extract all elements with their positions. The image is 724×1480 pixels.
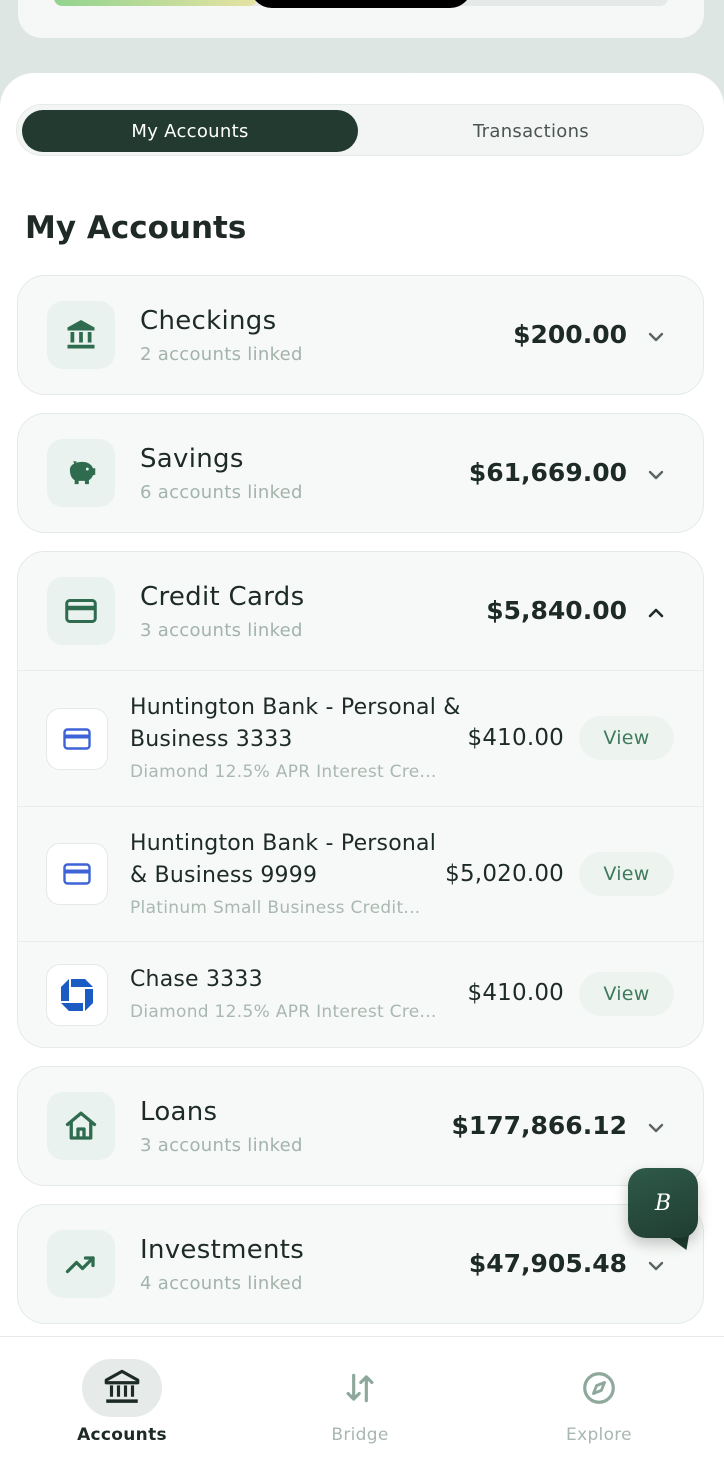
account-row[interactable]: Chase 3333 Diamond 12.5% APR Interest Cr… (18, 942, 703, 1047)
chevron-down-icon[interactable] (645, 326, 667, 348)
category-linked-count: 6 accounts linked (140, 482, 303, 503)
nav-label: Accounts (77, 1425, 167, 1445)
nav-label: Explore (566, 1425, 632, 1445)
view-account-button[interactable]: View (579, 852, 674, 896)
transfer-arrows-icon (320, 1359, 400, 1417)
bank-icon (82, 1359, 162, 1417)
category-name: Investments (140, 1235, 305, 1265)
nav-item-accounts[interactable]: Accounts (22, 1337, 222, 1480)
category-amount: $200.00 (513, 320, 627, 349)
account-name: Chase 3333 (130, 967, 263, 992)
category-linked-count: 2 accounts linked (140, 344, 303, 365)
category-name: Credit Cards (140, 582, 305, 612)
account-description: Platinum Small Business Credit... (130, 898, 421, 918)
account-amount: $5,020.00 (445, 861, 564, 887)
credit-card-account-list: Huntington Bank - Personal & Business 33… (18, 670, 703, 1047)
piggy-bank-icon (47, 439, 115, 507)
chevron-down-icon[interactable] (645, 464, 667, 486)
home-icon (47, 1092, 115, 1160)
category-linked-count: 3 accounts linked (140, 1135, 303, 1156)
category-card-savings[interactable]: Savings 6 accounts linked $61,669.00 (17, 413, 704, 533)
tab-my-accounts[interactable]: My Accounts (22, 110, 358, 152)
card-logo-icon (46, 843, 108, 905)
account-description: Diamond 12.5% APR Interest Cre... (130, 1002, 437, 1022)
account-row[interactable]: Huntington Bank - Personal & Business 33… (18, 671, 703, 807)
chevron-up-icon[interactable] (645, 602, 667, 624)
category-card-checkings[interactable]: Checkings 2 accounts linked $200.00 (17, 275, 704, 395)
category-card-investments[interactable]: Investments 4 accounts linked $47,905.48 (17, 1204, 704, 1324)
category-name: Checkings (140, 306, 277, 336)
account-amount: $410.00 (467, 725, 564, 751)
category-name: Savings (140, 444, 244, 474)
tab-transactions[interactable]: Transactions (362, 110, 700, 152)
top-pill (250, 0, 472, 8)
chevron-down-icon[interactable] (645, 1255, 667, 1277)
category-amount: $47,905.48 (468, 1249, 627, 1278)
credit-card-icon (47, 577, 115, 645)
nav-label: Bridge (331, 1425, 389, 1445)
account-amount: $410.00 (467, 980, 564, 1006)
account-name: Huntington Bank - Personal & Business 33… (130, 695, 461, 752)
view-toggle: My Accounts Transactions (16, 104, 704, 156)
category-amount: $5,840.00 (486, 596, 627, 625)
category-linked-count: 4 accounts linked (140, 1273, 303, 1294)
view-account-button[interactable]: View (579, 716, 674, 760)
bank-icon (47, 301, 115, 369)
category-card-loans[interactable]: Loans 3 accounts linked $177,866.12 (17, 1066, 704, 1186)
category-card-credit-cards[interactable]: Credit Cards 3 accounts linked $5,840.00… (17, 551, 704, 1048)
nav-item-explore[interactable]: Explore (499, 1337, 699, 1480)
account-row[interactable]: Huntington Bank - Personal & Business 99… (18, 807, 703, 942)
compass-icon (559, 1359, 639, 1417)
nav-item-bridge[interactable]: Bridge (260, 1337, 460, 1480)
view-account-button[interactable]: View (579, 972, 674, 1016)
category-amount: $61,669.00 (468, 458, 627, 487)
chase-logo-icon (46, 964, 108, 1026)
bottom-navigation: Accounts Bridge Explore (0, 1336, 724, 1480)
card-logo-icon (46, 708, 108, 770)
account-description: Diamond 12.5% APR Interest Cre... (130, 762, 437, 782)
category-amount: $177,866.12 (451, 1111, 627, 1140)
section-title: My Accounts (25, 210, 247, 246)
category-name: Loans (140, 1097, 218, 1127)
account-name: Huntington Bank - Personal & Business 99… (130, 831, 437, 888)
trending-up-icon (47, 1230, 115, 1298)
assistant-chat-button[interactable]: B (628, 1168, 698, 1238)
chevron-down-icon[interactable] (645, 1117, 667, 1139)
category-linked-count: 3 accounts linked (140, 620, 303, 641)
top-progress-fill (54, 0, 257, 6)
